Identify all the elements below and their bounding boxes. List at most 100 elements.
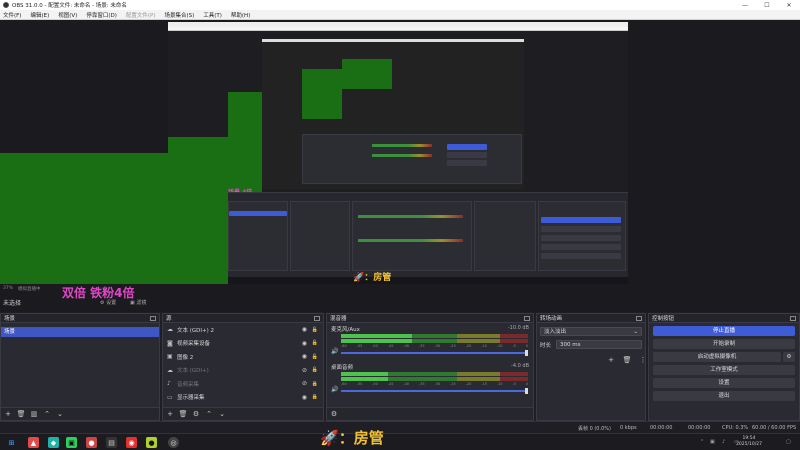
app-icon[interactable]: ◉ (126, 437, 137, 448)
exit-button[interactable]: 退出 (653, 391, 795, 401)
lock-icon[interactable]: 🔒 (312, 381, 318, 387)
volume-meter (341, 372, 528, 376)
chevron-down-icon: ⌄ (633, 329, 638, 335)
undock-icon[interactable] (636, 315, 642, 321)
app-icon[interactable]: ▲ (28, 437, 39, 448)
advanced-audio-icon[interactable]: ⚙ (330, 410, 338, 418)
speaker-icon[interactable]: 🔊 (331, 348, 338, 355)
scene-list-item[interactable]: 场景 (1, 327, 159, 337)
tray-chevron-icon[interactable]: ⌃ (700, 439, 704, 445)
stop-streaming-button[interactable]: 停止直播 (653, 326, 795, 336)
app-icon[interactable]: ▣ (66, 437, 77, 448)
speaker-icon[interactable]: 🔊 (331, 386, 338, 393)
track-db: -4.0 dB (511, 363, 529, 369)
scale-tick-label: -30 (434, 382, 441, 386)
menu-scene-collection[interactable]: 场景集合(S) (164, 11, 194, 19)
studio-mode-button[interactable]: 工作室模式 (653, 365, 795, 375)
app-icon[interactable]: ● (86, 437, 97, 448)
lock-icon[interactable]: 🔓 (312, 327, 318, 333)
transition-select[interactable]: 淡入淡出 ⌄ (540, 327, 642, 336)
scale-tick-label: -60 (341, 344, 347, 348)
move-up-button[interactable]: ⌃ (205, 410, 213, 418)
app-icon[interactable]: ◆ (48, 437, 59, 448)
remove-scene-button[interactable]: 🗑 (17, 410, 26, 418)
visibility-eye-icon[interactable]: ◉ (302, 394, 307, 401)
move-down-button[interactable]: ⌄ (56, 410, 64, 418)
menu-tools[interactable]: 工具(T) (203, 11, 222, 19)
audio-mixer-dock: 混音器 麦克风/Aux -10.0 dB -60 -55 -50 -45 -40 -35-… (326, 313, 534, 421)
hidden-eye-icon[interactable]: ⊘ (302, 380, 307, 387)
move-up-button[interactable]: ⌃ (43, 410, 51, 418)
visibility-eye-icon[interactable]: ◉ (302, 326, 307, 333)
lock-icon[interactable]: 🔒 (312, 394, 318, 400)
move-down-button[interactable]: ⌄ (218, 410, 226, 418)
undock-icon[interactable] (314, 315, 320, 321)
clock[interactable]: 19:54 2025/10/27 (736, 436, 762, 448)
visibility-eye-icon[interactable]: ◉ (302, 340, 307, 347)
duration-spinbox[interactable]: 300 ms (556, 340, 642, 349)
volume-meter (341, 334, 528, 338)
transitions-dock-header: 转场动画 (537, 314, 645, 323)
source-properties-button[interactable]: ⚙ (192, 410, 200, 418)
monitor-icon: ▭ (167, 393, 173, 401)
scale-tick-label: -5 (512, 344, 516, 348)
scale-tick-label: -15 (481, 382, 487, 386)
undock-icon[interactable] (150, 315, 156, 321)
network-icon[interactable]: ▣ (710, 439, 715, 445)
scenes-title: 场景 (4, 316, 16, 322)
menu-help[interactable]: 帮助(H) (231, 11, 250, 19)
dropped-frames: 丢帧 0 (0.0%) (578, 426, 611, 432)
undock-icon[interactable] (524, 315, 530, 321)
fangguan-banner: 🚀：房管 (320, 429, 384, 447)
mixer-track-mic: 麦克风/Aux -10.0 dB -60 -55 -50 -45 -40 -35 -30 -2… (327, 323, 533, 361)
add-source-button[interactable]: + (166, 410, 174, 418)
app-icon[interactable]: ● (146, 437, 157, 448)
app-icon[interactable]: ▤ (106, 437, 117, 448)
recording-time: 00:00:00 (650, 425, 673, 431)
menu-view[interactable]: 视图(V) (58, 11, 77, 19)
start-virtual-camera-button[interactable]: 启动虚拟摄像机 (653, 352, 781, 362)
remove-source-button[interactable]: 🗑 (179, 410, 188, 418)
scenes-toolbar: + 🗑 ▥ ⌃ ⌄ (1, 407, 159, 420)
status-bar: 丢帧 0 (0.0%) 0 kbps 00:00:00 00:00:00 CPU… (0, 421, 800, 433)
close-button[interactable]: ✕ (778, 0, 800, 10)
volume-slider[interactable] (341, 350, 528, 356)
sources-title: 源 (166, 316, 172, 322)
hidden-eye-icon[interactable]: ⊘ (302, 367, 307, 374)
lock-icon[interactable]: 🔓 (312, 340, 318, 346)
add-transition-button[interactable]: + (607, 356, 615, 364)
menu-file[interactable]: 文件(F) (3, 11, 21, 19)
scene-filters-button[interactable]: ▥ (30, 410, 38, 418)
lock-icon[interactable]: 🔓 (312, 367, 318, 373)
fps: 60.00 / 60.00 FPS (752, 425, 797, 431)
undock-icon[interactable] (790, 315, 796, 321)
obs-taskbar-icon[interactable]: ◎ (168, 437, 179, 448)
remove-transition-button[interactable]: 🗑 (623, 356, 632, 364)
volume-icon[interactable]: ♪ (722, 439, 725, 445)
source-item[interactable]: ☁ 文本 (GDI+) ⊘ 🔓 (163, 364, 323, 378)
source-item[interactable]: ☁ 文本 (GDI+) 2 ◉ 🔓 (163, 323, 323, 337)
add-scene-button[interactable]: + (4, 410, 12, 418)
notification-icon[interactable]: ▢ (786, 439, 791, 445)
nested-green (168, 137, 228, 284)
settings-button[interactable]: 设置 (653, 378, 795, 388)
start-recording-button[interactable]: 开始录制 (653, 339, 795, 349)
menu-edit[interactable]: 编辑(E) (30, 11, 49, 19)
menu-profile[interactable]: 配置文件(P) (126, 11, 156, 19)
maximize-button[interactable]: ☐ (756, 0, 778, 10)
source-item[interactable]: ♪ 音频采集 ⊘ 🔒 (163, 377, 323, 391)
transition-menu-button[interactable]: ⋮ (639, 356, 647, 364)
visibility-eye-icon[interactable]: ◉ (302, 353, 307, 360)
volume-slider[interactable] (341, 388, 528, 394)
lock-icon[interactable]: 🔓 (312, 354, 318, 360)
scenes-dock: 场景 场景 + 🗑 ▥ ⌃ ⌄ (0, 313, 160, 421)
minimize-button[interactable]: — (734, 0, 756, 10)
windows-start-icon[interactable]: ⊞ (6, 437, 17, 448)
sources-dock: 源 ☁ 文本 (GDI+) 2 ◉ 🔓 ◙ 视频采集设备 ◉ 🔓 ▣ 图像 2 … (162, 313, 324, 421)
source-item[interactable]: ◙ 视频采集设备 ◉ 🔓 (163, 337, 323, 351)
source-item[interactable]: ▣ 图像 2 ◉ 🔓 (163, 350, 323, 364)
menu-docks[interactable]: 停靠窗口(D) (86, 11, 117, 19)
source-item[interactable]: ▭ 显示器采集 ◉ 🔒 (163, 391, 323, 405)
scale-tick-label: -30 (434, 344, 441, 348)
virtual-camera-settings-icon[interactable]: ⚙ (783, 352, 795, 362)
